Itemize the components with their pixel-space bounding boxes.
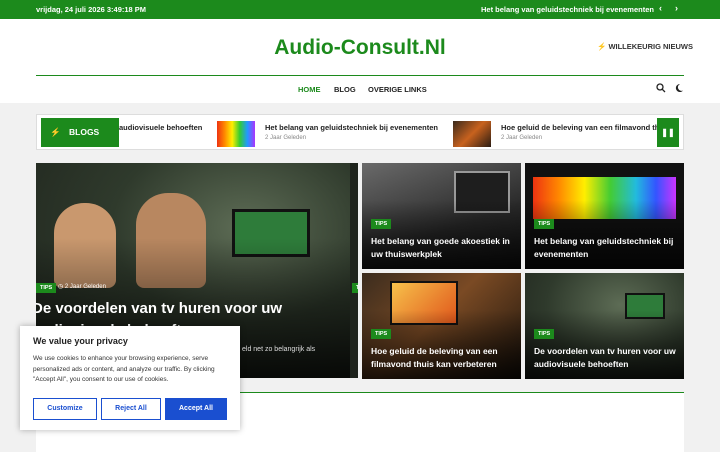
post-date-text: 2 Jaar Geleden — [64, 284, 106, 290]
site-header: Audio-Consult.Nl ⚡ WILLEKEURIG NIEUWS HO… — [0, 19, 720, 103]
blogs-text: BLOGS — [69, 127, 100, 137]
ticker-item[interactable]: Het belang van geluidstechniek bij evene… — [265, 123, 438, 132]
nav-overige-links[interactable]: OVERIGE LINKS — [368, 85, 427, 94]
cookie-consent-dialog: We value your privacy We use cookies to … — [20, 326, 240, 430]
post-date: ◷ 2 Jaar Geleden — [58, 284, 106, 290]
nav-blog[interactable]: BLOG — [334, 85, 356, 94]
category-tag[interactable]: TIPS — [36, 283, 57, 293]
top-ticker-link[interactable]: Het belang van geluidstechniek bij evene… — [481, 5, 654, 14]
consent-title: We value your privacy — [33, 336, 128, 346]
post-card[interactable]: TIPS De voordelen van tv huren voor uw a… — [525, 273, 684, 379]
category-tag[interactable]: TIPS — [371, 219, 392, 229]
category-tag[interactable]: TIPS — [534, 219, 555, 229]
ticker-date: 2 Jaar Geleden — [265, 135, 307, 141]
top-bar: vrijdag, 24 juli 2026 3:49:18 PM Het bel… — [0, 0, 720, 19]
ticker-date: 2 Jaar Geleden — [501, 135, 543, 141]
search-icon[interactable] — [656, 83, 666, 96]
dark-mode-icon[interactable] — [674, 83, 684, 96]
post-card[interactable]: TIPS Het belang van goede akoestiek in u… — [362, 163, 521, 269]
ticker-thumbnail[interactable] — [453, 121, 491, 147]
post-title[interactable]: Hoe geluid de beleving van een filmavond… — [371, 345, 516, 371]
customize-button[interactable]: Customize — [33, 398, 97, 420]
pause-button[interactable]: ❚❚ — [657, 118, 679, 147]
category-tag[interactable]: TIPS — [534, 329, 555, 339]
divider — [36, 75, 684, 76]
blogs-label: ⚡ BLOGS — [41, 118, 119, 147]
consent-text: We use cookies to enhance your browsing … — [33, 355, 215, 383]
category-tag: TI — [352, 283, 358, 293]
ticker-item[interactable]: audiovisuele behoeften — [119, 123, 202, 132]
post-card[interactable]: TIPS Het belang van geluidstechniek bij … — [525, 163, 684, 269]
slider-next-card[interactable]: TI — [350, 163, 358, 378]
reject-all-button[interactable]: Reject All — [101, 398, 161, 420]
ticker-item[interactable]: Hoe geluid de beleving van een filmavond… — [501, 123, 659, 132]
accept-all-button[interactable]: Accept All — [165, 398, 227, 420]
post-card[interactable]: TIPS Hoe geluid de beleving van een film… — [362, 273, 521, 379]
chevron-right-icon[interactable]: › — [675, 3, 678, 13]
bolt-icon: ⚡ — [50, 127, 61, 137]
post-title[interactable]: Het belang van geluidstechniek bij evene… — [534, 235, 679, 261]
ticker-thumbnail[interactable] — [217, 121, 255, 147]
category-tag[interactable]: TIPS — [371, 329, 392, 339]
blog-ticker: ⚡ BLOGS audiovisuele behoeften Het belang… — [36, 114, 684, 150]
nav-home[interactable]: HOME — [298, 85, 321, 94]
random-news-label: WILLEKEURIG NIEUWS — [608, 42, 694, 51]
date-time: vrijdag, 24 juli 2026 3:49:18 PM — [36, 5, 147, 14]
chevron-left-icon[interactable]: ‹ — [659, 3, 662, 13]
bolt-icon: ⚡ — [597, 42, 607, 51]
post-title[interactable]: De voordelen van tv huren voor uw audiov… — [534, 345, 679, 371]
featured-excerpt: eld net zo belangrijk als — [242, 346, 316, 353]
random-news-link[interactable]: ⚡ WILLEKEURIG NIEUWS — [597, 42, 693, 51]
post-title[interactable]: Het belang van goede akoestiek in uw thu… — [371, 235, 516, 261]
